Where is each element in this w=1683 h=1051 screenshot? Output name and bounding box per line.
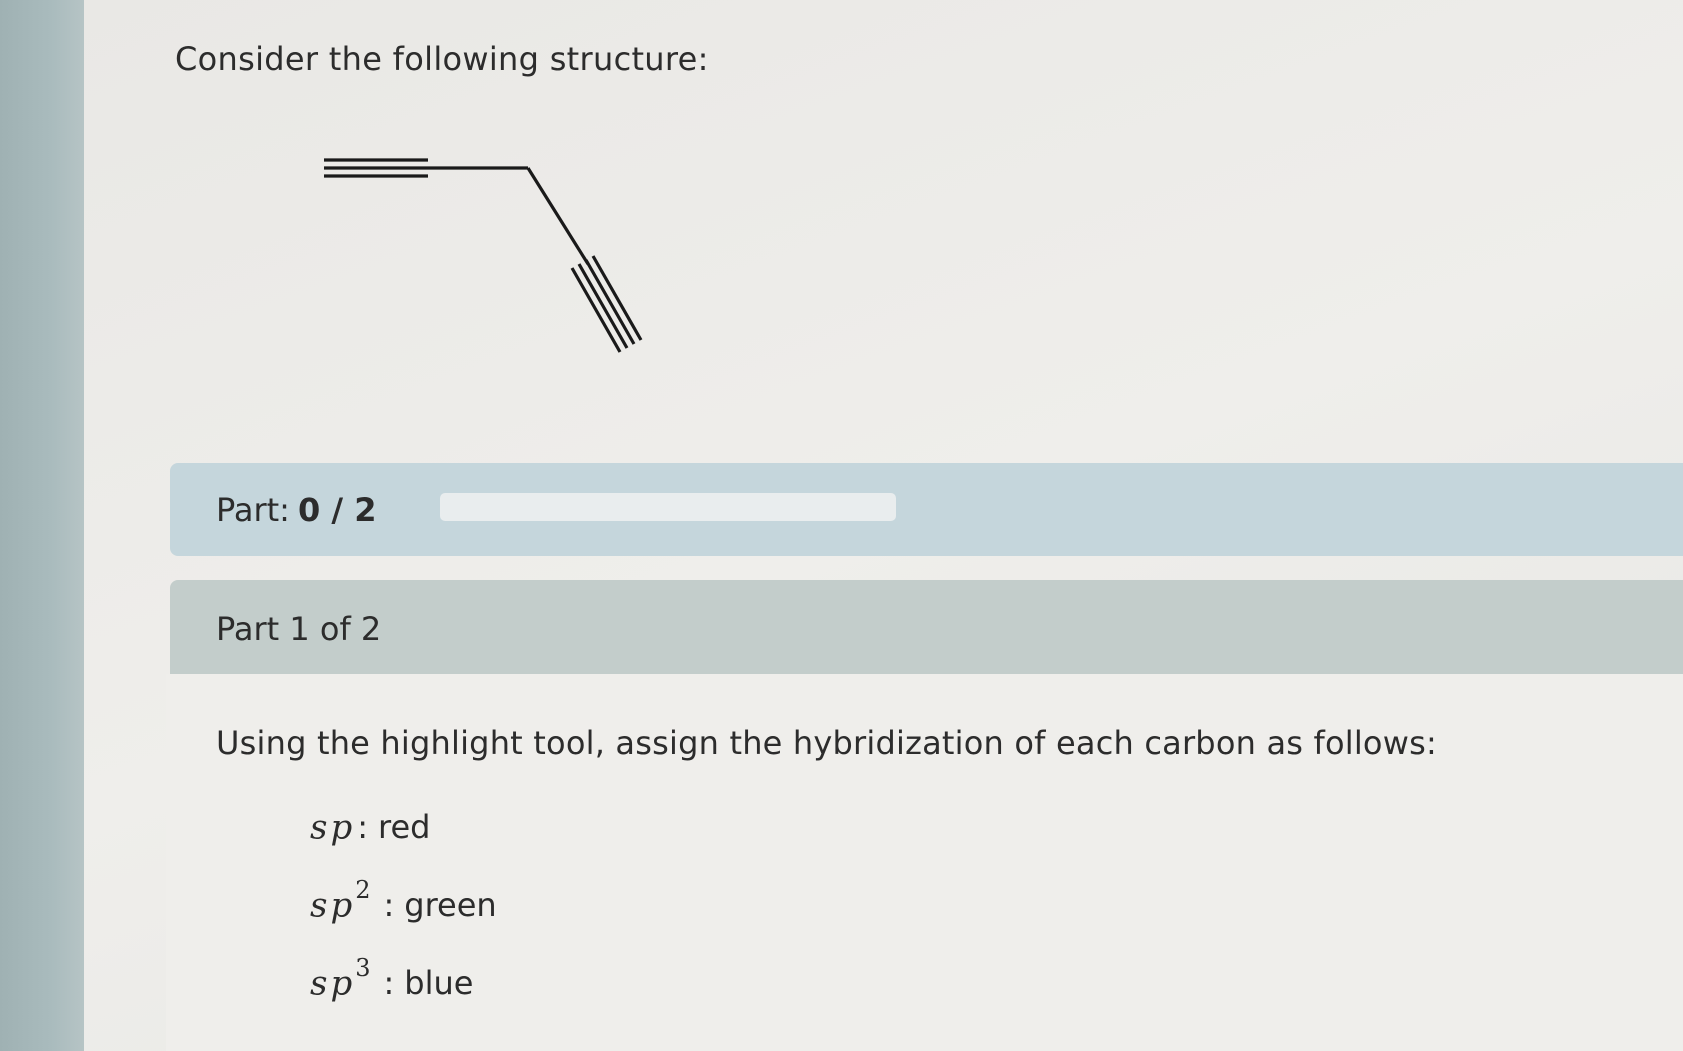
instruction-text: Using the highlight tool, assign the hyb… xyxy=(216,724,1437,762)
part-progress-value: 0 / 2 xyxy=(297,491,377,529)
hybridization-label: sp xyxy=(310,807,356,848)
question-prompt: Consider the following structure: xyxy=(175,40,709,78)
part-label-text: Part: xyxy=(216,491,290,529)
side-strip xyxy=(0,0,84,1051)
hybridization-label: sp3 xyxy=(310,954,374,1004)
progress-track xyxy=(440,493,896,521)
legend-row-sp2: sp2: green xyxy=(310,876,497,926)
color-name-red: red xyxy=(378,808,431,847)
part-progress-bar: Part: 0 / 2 xyxy=(170,463,1683,556)
color-name-green: green xyxy=(404,886,497,925)
part-progress-label: Part: 0 / 2 xyxy=(216,491,376,529)
part-title: Part 1 of 2 xyxy=(216,610,382,648)
part-section-header: Part 1 of 2 xyxy=(170,580,1683,674)
molecule-structure[interactable] xyxy=(300,140,660,370)
single-bond-diagonal xyxy=(526,167,590,265)
legend-row-sp3: sp3: blue xyxy=(310,954,474,1004)
legend-row-sp: sp: red xyxy=(310,804,430,847)
color-name-blue: blue xyxy=(404,964,474,1003)
hybridization-label: sp2 xyxy=(310,876,374,926)
part-section-body: Using the highlight tool, assign the hyb… xyxy=(166,674,1683,1051)
